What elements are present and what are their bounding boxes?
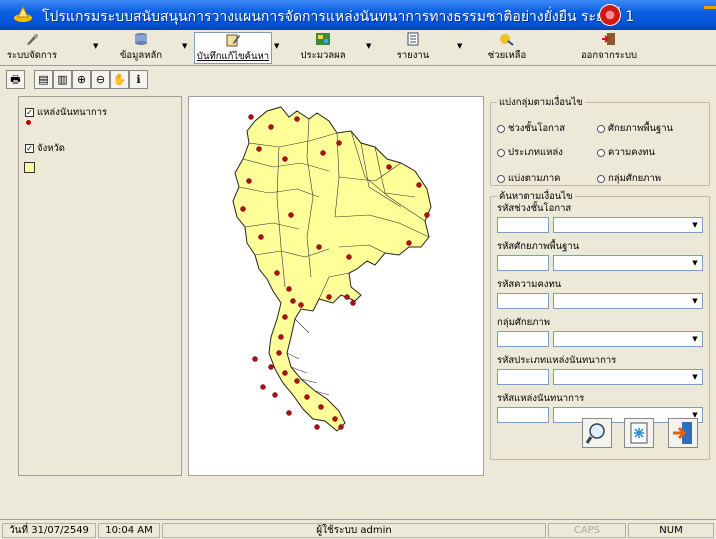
province-polygons	[232, 106, 432, 432]
base-potential-select[interactable]: ▼	[553, 255, 703, 271]
chevron-down-icon[interactable]: ▼	[457, 42, 462, 50]
grouping-title: แบ่งกลุ่มตามเงื่อนไข	[497, 95, 585, 110]
pan-icon[interactable]: ✋	[110, 70, 129, 89]
exit-icon	[673, 422, 692, 444]
field-label: รหัสแหล่งนันทนาการ	[497, 393, 585, 404]
menu-label: ช่วยเหลือ	[487, 50, 527, 61]
app-icon	[14, 5, 32, 22]
chevron-down-icon[interactable]: ▼	[182, 42, 187, 50]
status-date: วันที่ 31/07/2549	[2, 523, 96, 538]
tools-icon	[27, 34, 38, 45]
legend-layer-province[interactable]: ✓ จังหวัด	[25, 141, 65, 156]
durability-code-input[interactable]	[497, 293, 549, 309]
recreation-code-input[interactable]	[497, 407, 549, 423]
menu-master-data[interactable]: ข้อมูลหลัก	[108, 32, 174, 64]
thailand-map[interactable]	[189, 97, 483, 475]
report-icon	[407, 32, 419, 46]
menu-bar: ระบบจัดการ ▼ ข้อมูลหลัก ▼ บันทึกแก้ไขค้น…	[0, 30, 716, 66]
map-view[interactable]	[188, 96, 484, 476]
zoom-layer-icon[interactable]: ▥	[53, 70, 72, 89]
help-icon	[500, 34, 514, 46]
field-label: รหัสความคงทน	[497, 279, 562, 290]
layer-checkbox[interactable]: ✓	[25, 108, 34, 117]
status-bar: วันที่ 31/07/2549 10:04 AM ผู้ใช้ระบบ ad…	[0, 519, 716, 539]
menu-label: ข้อมูลหลัก	[119, 50, 163, 61]
durability-select[interactable]: ▼	[553, 293, 703, 309]
recreation-type-code-input[interactable]	[497, 369, 549, 385]
window-title: โปรแกรมระบบสนับสนุนการวางแผนการจัดการแหล…	[42, 9, 635, 25]
edit-icon	[226, 34, 240, 47]
chevron-down-icon[interactable]: ▼	[689, 333, 701, 345]
chevron-down-icon[interactable]: ▼	[689, 371, 701, 383]
legend-label: จังหวัด	[37, 143, 65, 154]
menu-record-edit-search[interactable]: บันทึกแก้ไขค้นหา	[194, 32, 272, 64]
field-label: รหัสศักยภาพพื้นฐาน	[497, 241, 580, 252]
menu-system[interactable]: ระบบจัดการ	[6, 32, 58, 64]
logout-icon	[602, 33, 615, 45]
search-icon	[585, 423, 605, 444]
legend-layer-recreation[interactable]: ✓ แหล่งนันทนาการ	[25, 105, 107, 120]
grouping-box: แบ่งกลุ่มตามเงื่อนไข ช่วงชั้นโอกาส ศักยภ…	[490, 95, 710, 186]
radio-opportunity-class[interactable]: ช่วงชั้นโอกาส	[497, 121, 565, 136]
print-icon[interactable]: 🖶	[6, 70, 25, 89]
layer-checkbox[interactable]: ✓	[25, 144, 34, 153]
info-icon[interactable]: ℹ	[129, 70, 148, 89]
legend-panel: ✓ แหล่งนันทนาการ ✓ จังหวัด	[18, 96, 182, 476]
field-label: รหัสประเภทแหล่งนันทนาการ	[497, 355, 617, 366]
chevron-down-icon[interactable]: ▼	[366, 42, 371, 50]
menu-logout[interactable]: ออกจากระบบ	[578, 32, 640, 64]
zoom-in-icon[interactable]: ⊕	[72, 70, 91, 89]
title-bar: โปรแกรมระบบสนับสนุนการวางแผนการจัดการแหล…	[0, 0, 716, 30]
menu-label: ระบบจัดการ	[6, 50, 58, 61]
minimize-icon[interactable]	[704, 6, 716, 9]
org-logo-icon	[599, 4, 621, 26]
menu-label: ออกจากระบบ	[580, 50, 638, 61]
legend-label: แหล่งนันทนาการ	[37, 107, 108, 118]
potential-group-code-input[interactable]	[497, 331, 549, 347]
clear-icon	[630, 422, 648, 444]
status-num: NUM	[628, 523, 714, 538]
status-time: 10:04 AM	[98, 523, 160, 538]
radio-by-region[interactable]: แบ่งตามภาค	[497, 171, 561, 186]
database-icon	[135, 33, 147, 45]
potential-group-select[interactable]: ▼	[553, 331, 703, 347]
opportunity-code-input[interactable]	[497, 217, 549, 233]
radio-durability[interactable]: ความคงทน	[597, 145, 655, 160]
chevron-down-icon[interactable]: ▼	[93, 42, 98, 50]
field-label: รหัสช่วงชั้นโอกาส	[497, 203, 572, 214]
menu-help[interactable]: ช่วยเหลือ	[482, 32, 532, 64]
polygon-symbol-icon	[24, 162, 35, 173]
query-panel: แบ่งกลุ่มตามเงื่อนไข ช่วงชั้นโอกาส ศักยภ…	[486, 95, 712, 476]
chevron-down-icon[interactable]: ▼	[274, 42, 279, 50]
radio-source-type[interactable]: ประเภทแหล่ง	[497, 145, 563, 160]
recreation-type-select[interactable]: ▼	[553, 369, 703, 385]
status-caps: CAPS	[548, 523, 626, 538]
radio-base-potential[interactable]: ศักยภาพพื้นฐาน	[597, 121, 673, 136]
chevron-down-icon[interactable]: ▼	[689, 295, 701, 307]
status-user: ผู้ใช้ระบบ admin	[162, 523, 546, 538]
process-icon	[316, 33, 330, 45]
menu-label: บันทึกแก้ไขค้นหา	[196, 51, 270, 62]
point-symbol-icon	[26, 120, 31, 125]
zoom-out-icon[interactable]: ⊖	[91, 70, 110, 89]
zoom-extent-icon[interactable]: ▤	[34, 70, 53, 89]
search-button[interactable]	[582, 418, 612, 448]
base-potential-code-input[interactable]	[497, 255, 549, 271]
menu-label: รายงาน	[396, 50, 430, 61]
menu-label: ประมวลผล	[300, 50, 346, 61]
opportunity-select[interactable]: ▼	[553, 217, 703, 233]
menu-process[interactable]: ประมวลผล	[296, 32, 350, 64]
field-label: กลุ่มศักยภาพ	[497, 317, 551, 328]
chevron-down-icon[interactable]: ▼	[689, 257, 701, 269]
clear-button[interactable]	[624, 418, 654, 448]
exit-button[interactable]	[668, 418, 698, 448]
chevron-down-icon[interactable]: ▼	[689, 219, 701, 231]
radio-potential-group[interactable]: กลุ่มศักยภาพ	[597, 171, 661, 186]
menu-report[interactable]: รายงาน	[390, 32, 436, 64]
